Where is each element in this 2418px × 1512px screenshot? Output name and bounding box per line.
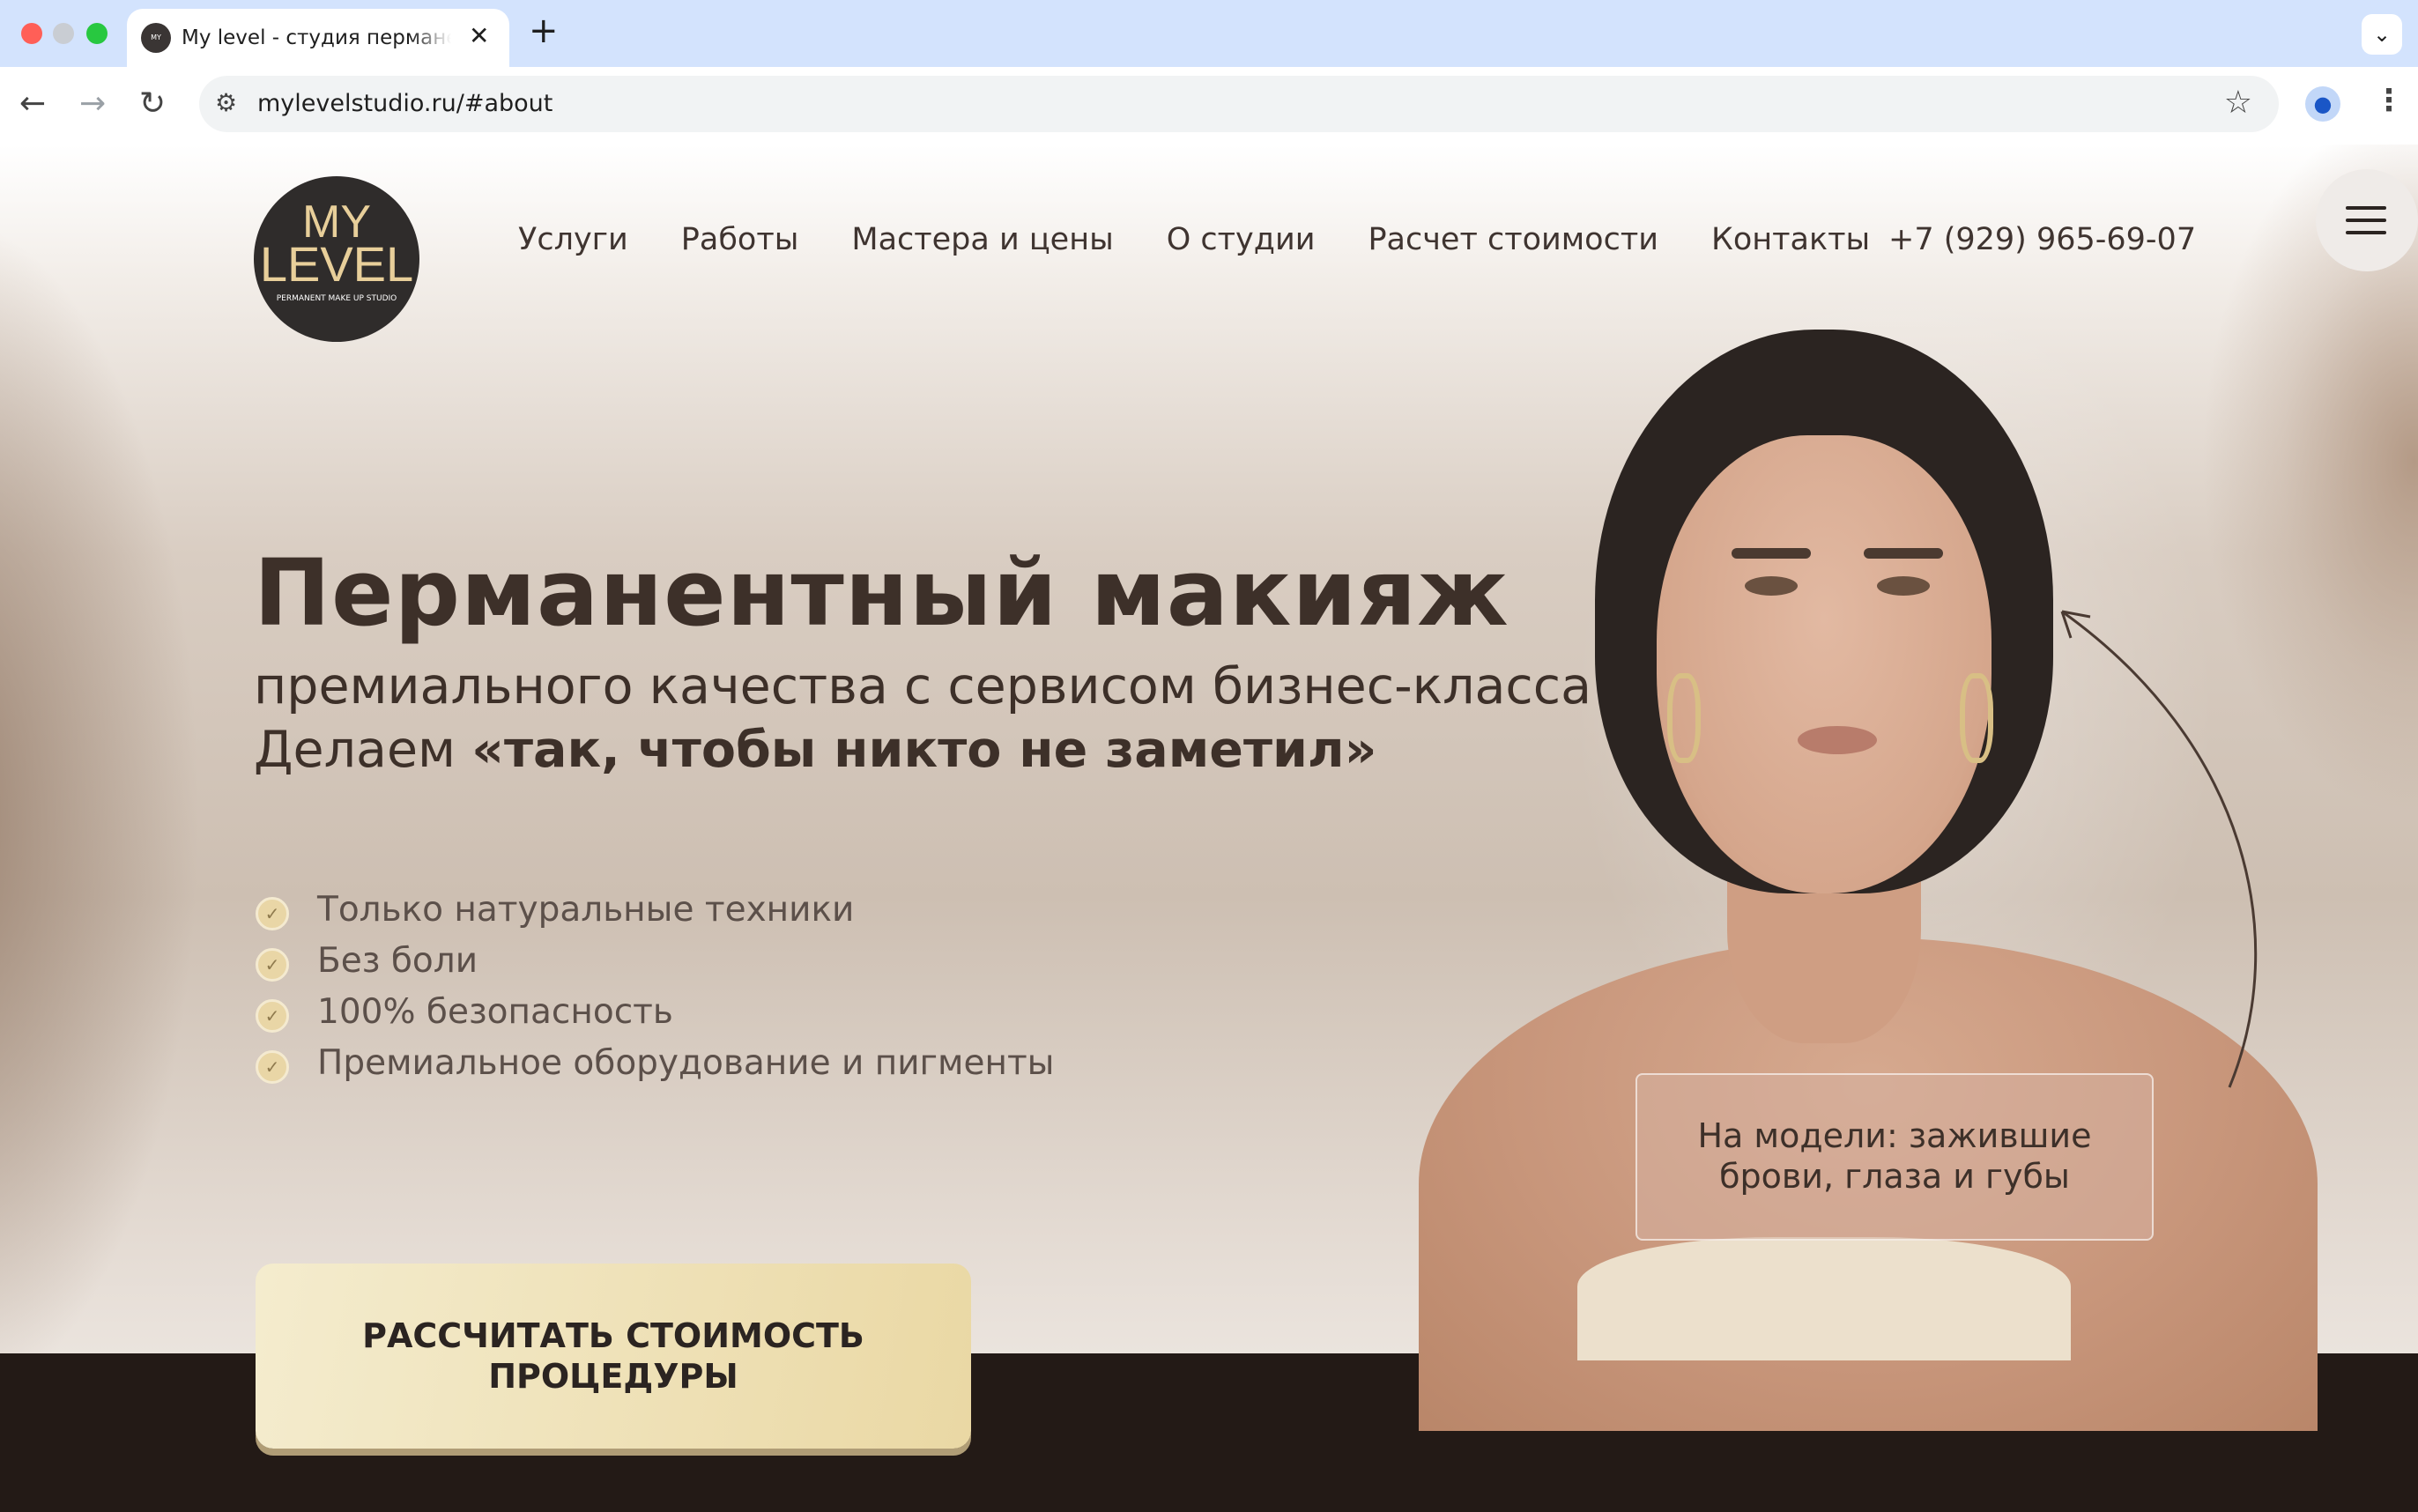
check-icon: ✓ bbox=[256, 1050, 289, 1084]
logo-subtitle: PERMANENT MAKE UP STUDIO bbox=[276, 294, 397, 303]
model-brow-left bbox=[1732, 548, 1811, 559]
close-tab-icon[interactable]: ✕ bbox=[469, 21, 489, 50]
nav-item-works[interactable]: Работы bbox=[681, 222, 799, 257]
model-dress bbox=[1577, 1237, 2071, 1360]
model-face bbox=[1657, 435, 1992, 893]
hero-tagline-bold: «так, чтобы никто не заметил» bbox=[471, 721, 1377, 779]
reload-icon[interactable]: ↻ bbox=[139, 86, 166, 122]
nav-item-masters-prices[interactable]: Мастера и цены bbox=[851, 222, 1113, 257]
check-icon: ✓ bbox=[256, 999, 289, 1033]
burger-line bbox=[2346, 219, 2386, 222]
minimize-window-button[interactable] bbox=[53, 23, 74, 44]
caption-line2: брови, глаза и губы bbox=[1719, 1157, 2070, 1196]
caption-line1: На модели: зажившие bbox=[1697, 1116, 2092, 1155]
nav-item-contacts[interactable]: Контакты bbox=[1711, 222, 1870, 257]
hero-subtitle: премиального качества с сервисом бизнес-… bbox=[254, 657, 1592, 715]
bookmark-star-icon[interactable]: ☆ bbox=[2224, 85, 2252, 121]
browser-tab[interactable]: MY LEVEL My level - студия перманентного… bbox=[127, 9, 509, 71]
model-brow-right bbox=[1864, 548, 1943, 559]
cta-line1: РАССЧИТАТЬ СТОИМОСТЬ bbox=[362, 1316, 864, 1355]
burger-line bbox=[2346, 231, 2386, 234]
logo-line2: LEVEL bbox=[259, 236, 414, 292]
burger-line bbox=[2346, 206, 2386, 210]
check-icon: ✓ bbox=[256, 897, 289, 930]
new-tab-button[interactable]: + bbox=[529, 11, 559, 51]
browser-menu-icon[interactable]: ⋮ bbox=[2374, 83, 2404, 118]
hero-tagline: Делаем «так, чтобы никто не заметил» bbox=[254, 721, 1377, 779]
check-icon: ✓ bbox=[256, 948, 289, 982]
nav-item-about[interactable]: О студии bbox=[1167, 222, 1316, 257]
earring-left bbox=[1667, 673, 1701, 763]
tab-title: My level - студия перманентного макияжа bbox=[182, 26, 451, 49]
hamburger-menu-icon[interactable] bbox=[2316, 169, 2418, 271]
site-info-icon[interactable]: ⚙ bbox=[215, 88, 237, 117]
model-eye-left bbox=[1745, 576, 1798, 596]
curved-arrow-icon bbox=[2060, 610, 2258, 1088]
hero-tagline-prefix: Делаем bbox=[254, 721, 472, 779]
model-lips bbox=[1798, 726, 1877, 754]
forward-arrow-icon[interactable]: → bbox=[79, 86, 106, 122]
caption-text: На модели: зажившие брови, глаза и губы bbox=[1637, 1115, 2152, 1197]
tab-search-dropdown-icon[interactable]: ⌄ bbox=[2362, 14, 2402, 55]
browser-toolbar: ← → ↻ ⚙ mylevelstudio.ru/#about ☆ ● ⋮ bbox=[0, 67, 2418, 145]
profile-avatar-icon[interactable]: ● bbox=[2305, 86, 2340, 122]
main-navigation: Услуги Работы Мастера и цены О студии Ра… bbox=[518, 222, 1923, 257]
feature-text: Без боли bbox=[317, 941, 478, 981]
feature-text: 100% безопасность bbox=[317, 992, 673, 1032]
phone-link[interactable]: +7 (929) 965-69-07 bbox=[1888, 222, 2196, 257]
earring-right bbox=[1960, 673, 1993, 763]
url-text[interactable]: mylevelstudio.ru/#about bbox=[257, 90, 553, 117]
page-viewport: MY LEVEL PERMANENT MAKE UP STUDIO Услуги… bbox=[0, 145, 2418, 1512]
model-caption: На модели: зажившие брови, глаза и губы bbox=[1635, 1073, 2154, 1241]
close-window-button[interactable] bbox=[21, 23, 42, 44]
favicon-icon: MY LEVEL bbox=[141, 23, 171, 71]
model-eye-right bbox=[1877, 576, 1930, 596]
cta-line2: ПРОЦЕДУРЫ bbox=[488, 1357, 738, 1396]
nav-item-cost-calc[interactable]: Расчет стоимости bbox=[1368, 222, 1658, 257]
back-arrow-icon[interactable]: ← bbox=[19, 86, 46, 122]
browser-tabstrip: MY LEVEL My level - студия перманентного… bbox=[0, 0, 2418, 71]
feature-text: Только натуральные техники bbox=[317, 890, 855, 930]
address-bar[interactable]: ⚙ mylevelstudio.ru/#about ☆ bbox=[199, 76, 2279, 132]
studio-logo[interactable]: MY LEVEL PERMANENT MAKE UP STUDIO bbox=[254, 176, 419, 342]
maximize-window-button[interactable] bbox=[86, 23, 108, 44]
hero-title: Перманентный макияж bbox=[254, 539, 1509, 647]
nav-item-services[interactable]: Услуги bbox=[518, 222, 628, 257]
feature-text: Премиальное оборудование и пигменты bbox=[317, 1043, 1055, 1083]
calculate-cost-button[interactable]: РАССЧИТАТЬ СТОИМОСТЬ ПРОЦЕДУРЫ bbox=[256, 1264, 971, 1449]
